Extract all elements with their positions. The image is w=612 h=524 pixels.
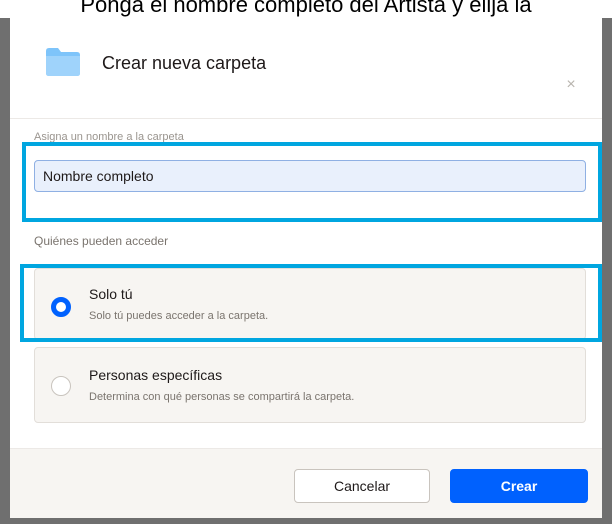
access-label: Quiénes pueden acceder (34, 234, 169, 248)
folder-name-input[interactable] (34, 160, 586, 192)
create-folder-dialog: Crear nueva carpeta × Asigna un nombre a… (10, 18, 602, 518)
dialog-title: Crear nueva carpeta (102, 53, 267, 73)
radio-checked-icon[interactable] (51, 297, 71, 317)
option-title: Personas específicas (89, 367, 223, 383)
cancel-button[interactable]: Cancelar (294, 469, 430, 503)
dialog-header: Crear nueva carpeta × (10, 18, 602, 118)
folder-name-label: Asigna un nombre a la carpeta (34, 131, 184, 143)
close-icon[interactable]: × (564, 77, 578, 93)
header-divider (10, 118, 602, 119)
create-button[interactable]: Crear (450, 469, 588, 503)
radio-unchecked-icon[interactable] (51, 376, 71, 396)
dialog-footer: Cancelar Crear (10, 448, 602, 518)
option-description: Determina con qué personas se compartirá… (89, 391, 355, 403)
instruction-caption: Ponga el nombre completo del Artista y e… (80, 0, 532, 17)
folder-icon (46, 48, 80, 76)
access-option-only-you[interactable]: Solo tú Solo tú puedes acceder a la carp… (34, 268, 586, 340)
option-title: Solo tú (89, 286, 133, 302)
option-description: Solo tú puedes acceder a la carpeta. (89, 310, 269, 322)
access-option-specific-people[interactable]: Personas específicas Determina con qué p… (34, 347, 586, 423)
